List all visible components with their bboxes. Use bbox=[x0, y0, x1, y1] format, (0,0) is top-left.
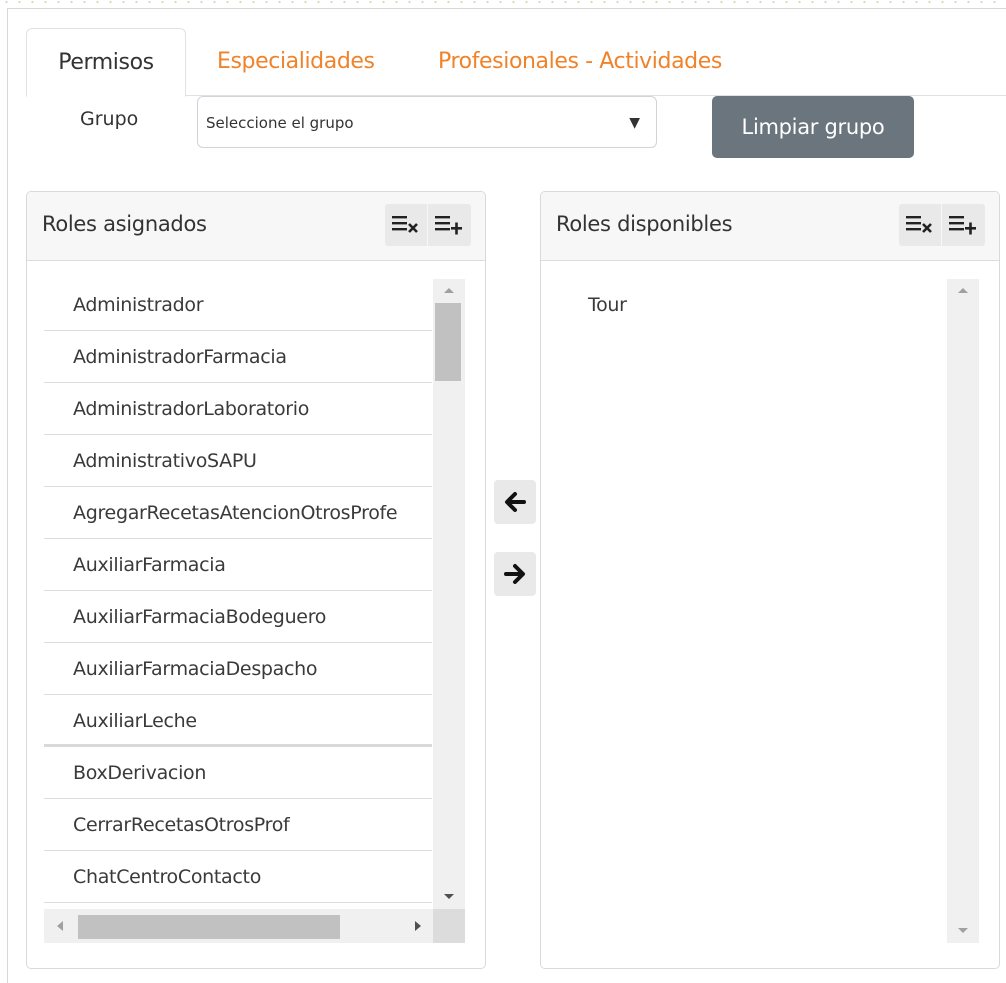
scroll-corner bbox=[433, 909, 465, 943]
available-actions bbox=[899, 204, 985, 246]
assigned-horizontal-scrollbar[interactable] bbox=[44, 909, 433, 943]
assigned-roles-title: Roles asignados bbox=[42, 212, 207, 236]
limpiar-grupo-button[interactable]: Limpiar grupo bbox=[712, 96, 914, 158]
add-all-assigned-button[interactable] bbox=[428, 204, 471, 246]
list-remove-icon bbox=[906, 216, 932, 233]
available-roles-panel: Roles disponibles Tour bbox=[540, 191, 1000, 969]
arrow-left-icon bbox=[505, 492, 526, 512]
scroll-up-icon[interactable] bbox=[433, 279, 465, 303]
available-roles-list[interactable]: Tour bbox=[558, 279, 946, 939]
assigned-roles-panel: Roles asignados Administrador Administra… bbox=[26, 191, 486, 969]
available-vertical-scrollbar[interactable] bbox=[947, 279, 979, 943]
top-decoration bbox=[0, 0, 1006, 4]
add-all-available-button[interactable] bbox=[942, 204, 985, 246]
list-item[interactable]: AdministradorLaboratorio bbox=[44, 383, 432, 435]
list-add-icon bbox=[949, 216, 976, 235]
list-item[interactable]: AuxiliarFarmacia bbox=[44, 539, 432, 591]
list-item[interactable]: AgregarRecetasAtencionOtrosProfe bbox=[44, 487, 432, 539]
grupo-select-value: Seleccione el grupo bbox=[206, 114, 354, 132]
available-roles-title: Roles disponibles bbox=[556, 212, 733, 236]
horizontal-scroll-thumb[interactable] bbox=[78, 915, 340, 939]
arrow-right-icon bbox=[504, 564, 525, 584]
remove-all-assigned-button[interactable] bbox=[385, 204, 428, 246]
list-remove-icon bbox=[392, 216, 418, 233]
list-add-icon bbox=[435, 216, 462, 235]
list-item[interactable]: AdministradorFarmacia bbox=[44, 331, 432, 383]
grupo-select[interactable]: Seleccione el grupo ▼ bbox=[197, 96, 657, 148]
tab-profesionales-actividades[interactable]: Profesionales - Actividades bbox=[438, 28, 722, 96]
list-item[interactable]: AdministrativoSAPU bbox=[44, 435, 432, 487]
scroll-down-icon[interactable] bbox=[433, 885, 465, 909]
list-item[interactable]: BoxDerivacion bbox=[44, 747, 432, 799]
list-item[interactable]: Administrador bbox=[44, 279, 432, 331]
move-left-button[interactable] bbox=[494, 480, 536, 524]
scroll-down-icon[interactable] bbox=[947, 919, 979, 943]
scroll-left-icon[interactable] bbox=[44, 909, 74, 943]
assigned-roles-list[interactable]: Administrador AdministradorFarmacia Admi… bbox=[44, 279, 432, 909]
tab-especialidades[interactable]: Especialidades bbox=[217, 28, 375, 96]
list-item[interactable]: Tour bbox=[558, 279, 946, 331]
remove-all-available-button[interactable] bbox=[899, 204, 942, 246]
list-item[interactable]: ChatCentroContacto bbox=[44, 851, 432, 903]
grupo-label: Grupo bbox=[80, 108, 139, 130]
tab-permisos[interactable]: Permisos bbox=[26, 28, 186, 97]
list-item[interactable]: CerrarRecetasOtrosProf bbox=[44, 799, 432, 851]
list-item[interactable]: AuxiliarFarmaciaBodeguero bbox=[44, 591, 432, 643]
assigned-vertical-scrollbar[interactable] bbox=[433, 279, 465, 909]
move-right-button[interactable] bbox=[494, 552, 536, 596]
list-item[interactable]: AuxiliarFarmaciaDespacho bbox=[44, 643, 432, 695]
scroll-right-icon[interactable] bbox=[403, 909, 433, 943]
list-item[interactable]: AuxiliarLeche bbox=[44, 695, 432, 747]
scroll-up-icon[interactable] bbox=[947, 279, 979, 303]
assigned-roles-header: Roles asignados bbox=[27, 192, 485, 261]
tab-bar: Permisos Especialidades Profesionales - … bbox=[26, 28, 1006, 97]
dropdown-arrow-icon: ▼ bbox=[629, 115, 640, 131]
vertical-scroll-thumb[interactable] bbox=[435, 303, 461, 381]
assigned-actions bbox=[385, 204, 471, 246]
available-roles-header: Roles disponibles bbox=[541, 192, 999, 261]
